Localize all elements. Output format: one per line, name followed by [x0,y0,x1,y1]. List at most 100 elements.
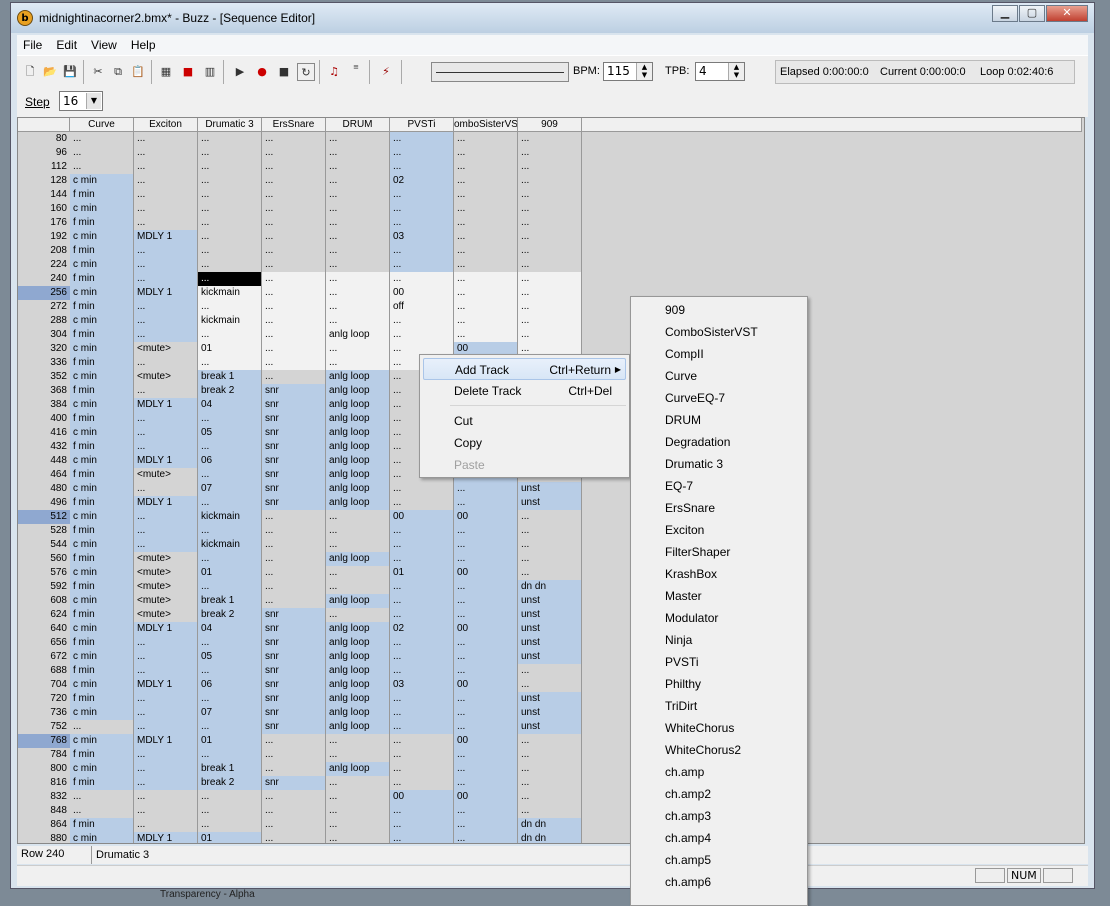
sequence-cell[interactable]: ... [390,650,454,664]
sequence-cell[interactable]: ... [518,762,582,776]
sequence-cell[interactable]: ... [390,538,454,552]
sequence-cell[interactable]: anlg loop [326,468,390,482]
sequence-cell[interactable]: anlg loop [326,706,390,720]
sequence-cell[interactable]: ... [390,706,454,720]
sequence-cell[interactable]: anlg loop [326,482,390,496]
sequence-cell[interactable]: 00 [454,678,518,692]
sequence-cell[interactable]: 00 [454,566,518,580]
sequence-cell[interactable]: ... [390,160,454,174]
sequence-cell[interactable]: ... [326,776,390,790]
pattern-view-icon[interactable]: ■ [179,63,197,81]
sequence-cell[interactable]: 00 [454,622,518,636]
sequence-cell[interactable]: ... [390,734,454,748]
sequence-cell[interactable]: ... [454,188,518,202]
volume-slider[interactable] [431,62,569,82]
sequence-cell[interactable]: ... [262,356,326,370]
sequence-cell[interactable]: 05 [198,650,262,664]
sequence-cell[interactable]: ... [518,790,582,804]
sequence-cell[interactable]: ... [198,356,262,370]
sequence-cell[interactable]: ... [390,272,454,286]
bpm-stepper[interactable]: 115 ▲ ▼ [603,62,653,81]
sequence-cell[interactable]: ... [518,300,582,314]
sequence-cell[interactable]: f min [70,552,134,566]
sequence-cell[interactable]: f min [70,244,134,258]
submenu-item[interactable]: ComboSisterVST [665,321,758,343]
track-header[interactable]: ErsSnare [262,118,326,132]
sequence-cell[interactable]: c min [70,286,134,300]
sequence-cell[interactable]: ... [262,762,326,776]
sequence-cell[interactable]: ... [198,300,262,314]
sequence-cell[interactable]: <mute> [134,552,198,566]
sequence-cell[interactable]: ... [262,188,326,202]
step-select[interactable]: 16 ▼ [59,91,103,111]
sequence-cell[interactable]: ... [454,762,518,776]
sequence-cell[interactable]: f min [70,468,134,482]
sequence-cell[interactable]: ... [326,314,390,328]
track-header[interactable]: Exciton [134,118,198,132]
sequence-cell[interactable]: 06 [198,454,262,468]
sequence-cell[interactable]: ... [198,202,262,216]
sequence-cell[interactable]: f min [70,328,134,342]
play-icon[interactable]: ▶ [231,63,249,81]
sequence-cell[interactable]: ... [518,538,582,552]
sequence-cell[interactable]: c min [70,594,134,608]
sequence-cell[interactable]: anlg loop [326,664,390,678]
sequence-cell[interactable]: ... [454,748,518,762]
new-file-icon[interactable]: 🗋 [21,63,39,81]
sequence-cell[interactable]: unst [518,636,582,650]
sequence-cell[interactable]: ... [262,804,326,818]
sequence-cell[interactable]: MDLY 1 [134,734,198,748]
sequence-cell[interactable]: ... [390,776,454,790]
loop-icon[interactable]: ↻ [297,63,315,81]
sequence-cell[interactable]: f min [70,524,134,538]
sequence-cell[interactable]: snr [262,426,326,440]
sequence-cell[interactable]: ... [262,230,326,244]
track-header[interactable]: PVSTi [390,118,454,132]
sequence-cell[interactable]: ... [134,636,198,650]
delete-track-menu-item[interactable]: Delete Track Ctrl+Del [423,380,626,402]
sequence-cell[interactable]: c min [70,482,134,496]
sequence-cell[interactable]: ... [454,174,518,188]
sequence-cell[interactable]: ... [326,510,390,524]
sequence-cell[interactable]: snr [262,398,326,412]
sequence-cell[interactable]: anlg loop [326,678,390,692]
sequence-cell[interactable]: ... [134,146,198,160]
track-header[interactable]: Drumatic 3 [198,118,262,132]
sequence-cell[interactable]: ... [454,692,518,706]
cpu-meter-icon[interactable]: ⚡ [377,63,395,81]
sequence-cell[interactable]: snr [262,622,326,636]
submenu-item[interactable]: ErsSnare [665,497,715,519]
sequence-cell[interactable]: ... [326,286,390,300]
sequence-cell[interactable]: c min [70,622,134,636]
submenu-item[interactable]: PVSTi [665,651,699,673]
submenu-item[interactable]: ch.amp4 [665,827,711,849]
sequence-cell[interactable]: ... [134,272,198,286]
sequence-cell[interactable]: ... [198,692,262,706]
sequence-cell[interactable]: 01 [198,566,262,580]
sequence-cell[interactable]: ... [134,524,198,538]
sequence-cell[interactable]: MDLY 1 [134,454,198,468]
sequence-cell[interactable]: anlg loop [326,454,390,468]
sequence-view-icon[interactable]: ▥ [201,63,219,81]
sequence-cell[interactable]: ... [198,188,262,202]
sequence-cell[interactable]: ... [454,804,518,818]
sequence-cell[interactable]: <mute> [134,342,198,356]
sequence-cell[interactable]: unst [518,706,582,720]
sequence-grid[interactable]: Curve Exciton Drumatic 3 ErsSnare DRUM PVSTi o… [17,117,1085,844]
sequence-cell[interactable]: ... [134,216,198,230]
sequence-cell[interactable]: c min [70,650,134,664]
tpb-stepper[interactable]: 4 ▲ ▼ [695,62,745,81]
sequence-cell[interactable]: MDLY 1 [134,496,198,510]
sequence-cell[interactable]: ... [262,286,326,300]
submenu-item[interactable]: EQ-7 [665,475,693,497]
sequence-cell[interactable]: ... [198,272,262,286]
sequence-cell[interactable]: ... [198,636,262,650]
sequence-cell[interactable]: ... [326,538,390,552]
sequence-cell[interactable]: MDLY 1 [134,622,198,636]
sequence-cell[interactable]: ... [390,146,454,160]
sequence-cell[interactable]: ... [326,174,390,188]
sequence-cell[interactable]: unst [518,608,582,622]
cut-icon[interactable]: ✂ [89,63,107,81]
submenu-item[interactable]: Degradation [665,431,730,453]
sequence-cell[interactable]: ... [262,734,326,748]
